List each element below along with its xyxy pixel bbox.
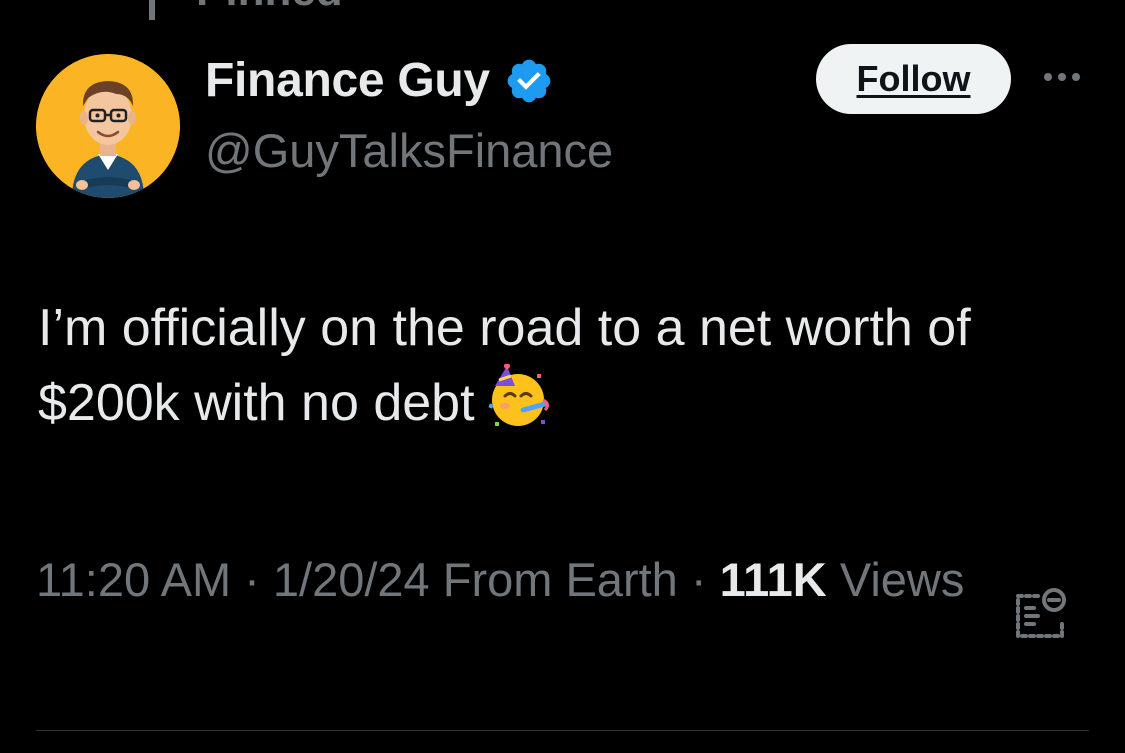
meta-separator: · bbox=[231, 553, 273, 606]
more-horizontal-icon bbox=[1044, 73, 1052, 81]
author-name-row[interactable]: Finance Guy bbox=[205, 52, 554, 110]
cartoon-avatar-icon bbox=[36, 54, 180, 198]
meta-separator: · bbox=[677, 553, 720, 606]
pinned-indicator: Pinned bbox=[132, 0, 343, 20]
follow-button[interactable]: Follow bbox=[816, 44, 1011, 114]
tweet-source: From Earth bbox=[429, 553, 678, 606]
views-count: 111K bbox=[719, 553, 827, 606]
divider bbox=[36, 730, 1089, 731]
more-dot bbox=[1072, 73, 1080, 81]
view-analytics-icon[interactable] bbox=[1014, 586, 1068, 640]
partying-face-emoji-icon bbox=[485, 364, 551, 430]
tweet-metadata: 11:20 AM · 1/20/24 From Earth · 111K Vie… bbox=[36, 544, 996, 616]
tweet-text: I’m officially on the road to a net wort… bbox=[38, 292, 1018, 439]
tweet-date[interactable]: 1/20/24 bbox=[273, 553, 430, 606]
views-label: Views bbox=[826, 553, 965, 606]
avatar[interactable] bbox=[36, 54, 180, 198]
pinned-label: Pinned bbox=[196, 0, 343, 16]
tweet-time[interactable]: 11:20 AM bbox=[36, 553, 231, 606]
verified-badge-icon[interactable] bbox=[504, 56, 554, 106]
more-options-button[interactable] bbox=[1036, 62, 1088, 92]
author-handle[interactable]: @GuyTalksFinance bbox=[205, 122, 613, 180]
author-display-name[interactable]: Finance Guy bbox=[205, 52, 490, 110]
more-dot bbox=[1058, 73, 1066, 81]
pin-icon bbox=[132, 0, 172, 20]
